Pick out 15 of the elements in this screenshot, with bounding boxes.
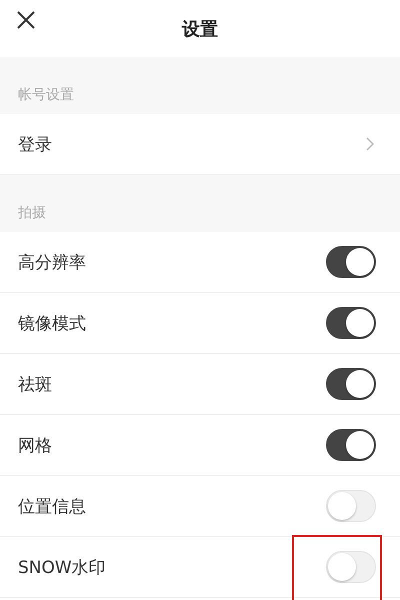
setting-label: SNOW水印 [18, 556, 106, 578]
setting-label: 高分辨率 [18, 252, 86, 274]
toggle-switch[interactable] [326, 429, 376, 461]
section-title: 拍摄 [18, 204, 46, 222]
setting-label: 祛斑 [18, 374, 52, 396]
page-title: 设置 [182, 18, 218, 40]
close-icon[interactable] [16, 10, 36, 30]
setting-label: 镜像模式 [18, 312, 86, 334]
toggle-switch[interactable] [326, 246, 376, 278]
setting-label: 网格 [18, 434, 52, 456]
section-title: 帐号设置 [18, 86, 74, 104]
setting-label: 位置信息 [18, 496, 86, 518]
setting-label: 登录 [18, 134, 52, 156]
toggle-switch[interactable] [326, 307, 376, 339]
toggle-switch[interactable] [326, 368, 376, 400]
